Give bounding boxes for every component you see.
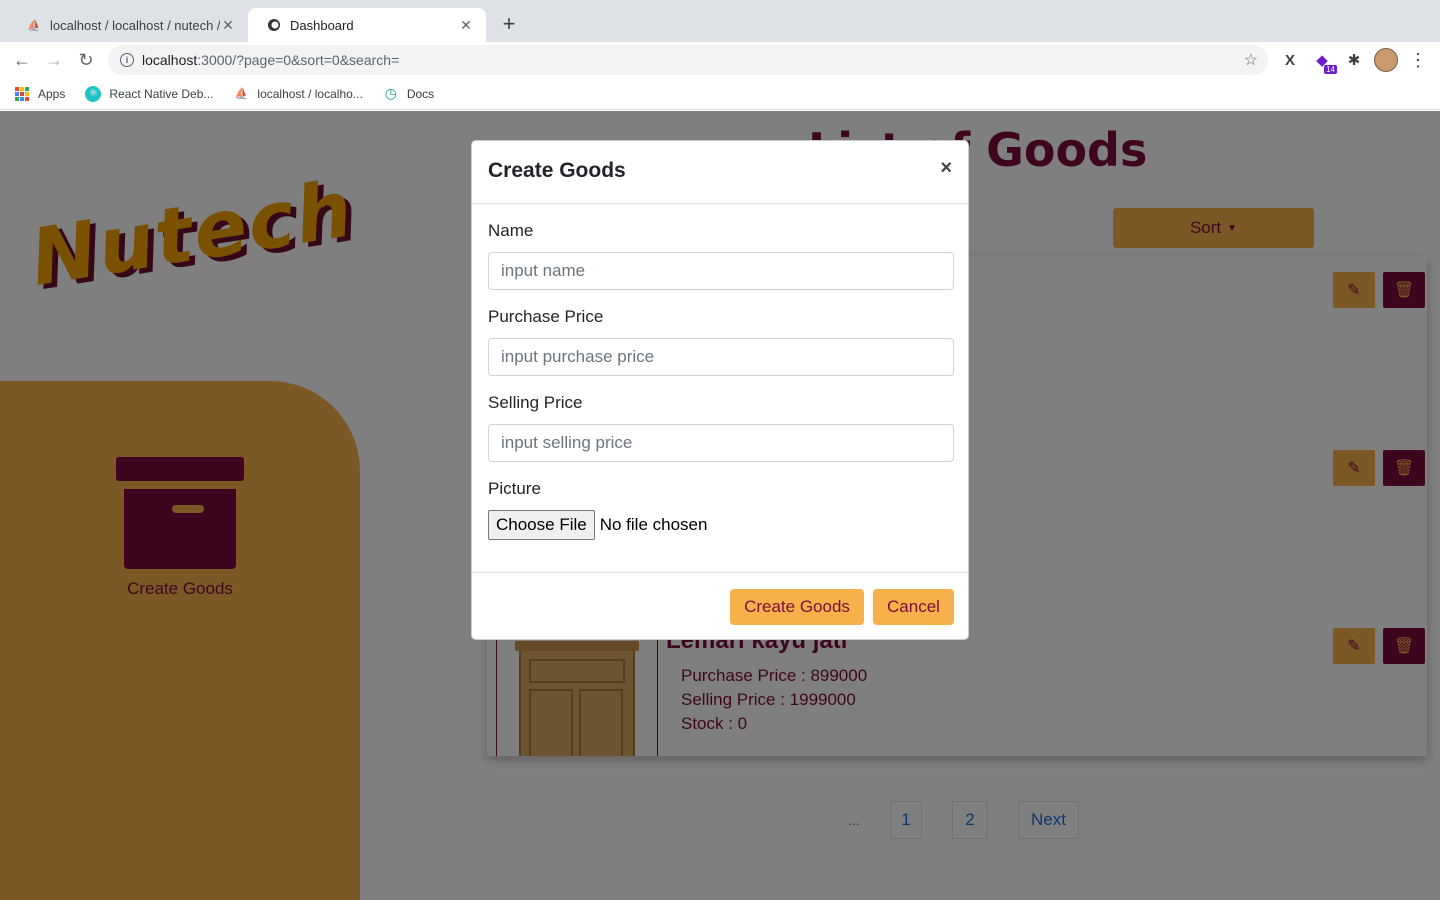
- puzzle-extensions-icon[interactable]: ✱: [1344, 50, 1364, 70]
- app-page: Nutech Create Goods List of Goods Sort▼ …: [0, 111, 1440, 900]
- graduation-cap-extension-icon[interactable]: ◆ 14: [1312, 50, 1337, 74]
- picture-file-input: Choose File No file chosen: [488, 510, 707, 540]
- address-bar[interactable]: i localhost:3000/?page=0&sort=0&search= …: [108, 45, 1268, 75]
- tab-title: Dashboard: [290, 17, 354, 33]
- menu-dots-icon[interactable]: ⋮: [1408, 50, 1428, 70]
- modal-footer: Create Goods Cancel: [472, 572, 968, 640]
- phpmyadmin-icon: ⛵: [27, 19, 41, 32]
- extension-badge: 14: [1324, 65, 1337, 74]
- profile-avatar[interactable]: [1374, 48, 1398, 72]
- close-icon[interactable]: ✕: [220, 17, 236, 33]
- tab-phpmyadmin[interactable]: ⛵ localhost / localhost / nutech / ✕: [8, 8, 248, 42]
- browser-toolbar: ← → ↻ i localhost:3000/?page=0&sort=0&se…: [0, 42, 1440, 78]
- bookmark-label: Docs: [406, 86, 435, 101]
- file-status: No file chosen: [599, 515, 708, 534]
- reload-icon[interactable]: ↻: [74, 48, 98, 72]
- site-info-icon[interactable]: i: [120, 53, 134, 67]
- browser-tab-bar: ⛵ localhost / localhost / nutech / ✕ Das…: [0, 0, 1440, 42]
- back-icon[interactable]: ←: [10, 48, 34, 72]
- bookmark-apps[interactable]: Apps: [14, 86, 65, 102]
- bookmark-react-native-debugger[interactable]: ⚛ React Native Deb...: [85, 85, 214, 102]
- x-extension-icon[interactable]: X: [1280, 50, 1300, 70]
- cancel-button[interactable]: Cancel: [873, 589, 954, 625]
- new-tab-button[interactable]: +: [498, 13, 520, 35]
- name-label: Name: [488, 221, 534, 240]
- purchase-price-input[interactable]: [488, 338, 954, 376]
- bookmark-label: Apps: [38, 86, 66, 101]
- purchase-price-label: Purchase Price: [488, 307, 604, 326]
- picture-label: Picture: [488, 479, 541, 498]
- name-input[interactable]: [488, 252, 954, 290]
- close-icon[interactable]: ✕: [458, 17, 474, 33]
- bookmarks-bar: Apps ⚛ React Native Deb... ⛵ localhost /…: [0, 78, 1440, 110]
- dashboard-favicon-icon: [266, 17, 282, 33]
- bookmark-star-icon[interactable]: ☆: [1244, 50, 1258, 70]
- modal-header: Create Goods ×: [472, 141, 968, 204]
- tab-dashboard[interactable]: Dashboard ✕: [248, 8, 486, 42]
- create-goods-button[interactable]: Create Goods: [730, 589, 864, 625]
- clock-icon: ◷: [384, 85, 397, 101]
- bookmark-label: React Native Deb...: [109, 86, 214, 101]
- close-icon[interactable]: ×: [940, 157, 952, 180]
- modal-title: Create Goods: [488, 159, 626, 182]
- url-text: localhost:3000/?page=0&sort=0&search=: [142, 52, 400, 68]
- bookmark-label: localhost / localho...: [257, 86, 363, 101]
- bookmark-docs[interactable]: ◷ Docs: [383, 85, 435, 102]
- react-icon: ⚛: [85, 85, 102, 102]
- apps-grid-icon: [14, 86, 30, 102]
- create-goods-modal: Create Goods × Name Purchase Price Selli…: [471, 140, 969, 640]
- tab-title: localhost / localhost / nutech /: [50, 17, 220, 33]
- selling-price-label: Selling Price: [488, 393, 583, 412]
- forward-icon[interactable]: →: [42, 48, 66, 72]
- choose-file-button[interactable]: Choose File: [488, 510, 595, 540]
- phpmyadmin-icon: ⛵: [234, 88, 249, 100]
- bookmark-phpmyadmin[interactable]: ⛵ localhost / localho...: [233, 86, 363, 102]
- selling-price-input[interactable]: [488, 424, 954, 462]
